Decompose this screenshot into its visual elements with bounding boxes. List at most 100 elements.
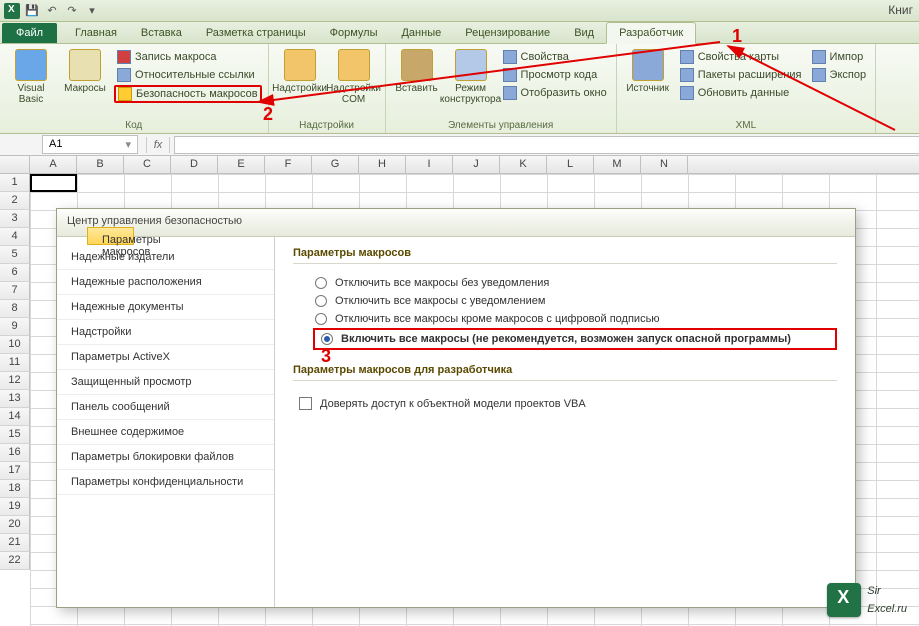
row-header[interactable]: 21 <box>0 534 30 552</box>
column-header[interactable]: F <box>265 156 312 173</box>
radio-icon <box>321 333 333 345</box>
properties-button[interactable]: Свойства <box>500 49 610 65</box>
export-icon <box>812 68 826 82</box>
row-header[interactable]: 4 <box>0 228 30 246</box>
source-button[interactable]: Источник <box>623 47 673 96</box>
formula-input[interactable] <box>174 136 919 154</box>
row-header[interactable]: 12 <box>0 372 30 390</box>
trust-nav-item[interactable]: Параметры блокировки файлов <box>57 445 274 470</box>
opt-disable-no-notify[interactable]: Отключить все макросы без уведомления <box>293 274 837 292</box>
column-header[interactable]: H <box>359 156 406 173</box>
row-header[interactable]: 22 <box>0 552 30 570</box>
radio-icon <box>315 277 327 289</box>
row-header[interactable]: 11 <box>0 354 30 372</box>
annotation-3: 3 <box>321 346 331 367</box>
fx-button[interactable]: fx <box>146 137 170 153</box>
trust-nav-item[interactable]: Надстройки <box>57 320 274 345</box>
row-header[interactable]: 3 <box>0 210 30 228</box>
tab-review[interactable]: Рецензирование <box>453 23 562 43</box>
import-button[interactable]: Импор <box>809 49 870 65</box>
row-header[interactable]: 7 <box>0 282 30 300</box>
macros-button[interactable]: Макросы <box>60 47 110 96</box>
tab-insert[interactable]: Вставка <box>129 23 194 43</box>
column-header[interactable]: J <box>453 156 500 173</box>
map-icon <box>680 50 694 64</box>
tab-developer[interactable]: Разработчик <box>606 22 696 44</box>
view-code-button[interactable]: Просмотр кода <box>500 67 610 83</box>
column-header[interactable]: D <box>171 156 218 173</box>
trust-nav-item[interactable]: Параметры ActiveX <box>57 345 274 370</box>
window-title: Книг <box>888 3 913 17</box>
row-header[interactable]: 20 <box>0 516 30 534</box>
column-header[interactable]: K <box>500 156 547 173</box>
tab-home[interactable]: Главная <box>63 23 129 43</box>
column-header[interactable]: N <box>641 156 688 173</box>
opt-enable-all[interactable]: Включить все макросы (не рекомендуется, … <box>313 328 837 350</box>
row-header[interactable]: 15 <box>0 426 30 444</box>
insert-control-button[interactable]: Вставить <box>392 47 442 96</box>
column-header[interactable]: M <box>594 156 641 173</box>
dialog-title: Центр управления безопасностью <box>57 209 855 237</box>
ribbon: Visual Basic Макросы Запись макроса Отно… <box>0 44 919 134</box>
row-header[interactable]: 9 <box>0 318 30 336</box>
column-header[interactable]: I <box>406 156 453 173</box>
refresh-data-button[interactable]: Обновить данные <box>677 85 805 101</box>
group-controls: Вставить Режим конструктора Свойства Про… <box>386 44 617 133</box>
design-mode-button[interactable]: Режим конструктора <box>446 47 496 107</box>
relative-refs-button[interactable]: Относительные ссылки <box>114 67 262 83</box>
design-mode-icon <box>455 49 487 81</box>
column-header[interactable]: L <box>547 156 594 173</box>
row-header[interactable]: 18 <box>0 480 30 498</box>
trust-nav-item[interactable]: Надежные документы <box>57 295 274 320</box>
row-header[interactable]: 16 <box>0 444 30 462</box>
tab-layout[interactable]: Разметка страницы <box>194 23 318 43</box>
redo-icon[interactable]: ↷ <box>64 3 80 19</box>
row-header[interactable]: 14 <box>0 408 30 426</box>
row-header[interactable]: 8 <box>0 300 30 318</box>
trust-nav-item[interactable]: Панель сообщений <box>57 395 274 420</box>
com-addins-button[interactable]: Надстройки COM <box>329 47 379 107</box>
visual-basic-button[interactable]: Visual Basic <box>6 47 56 107</box>
save-icon[interactable]: 💾 <box>24 3 40 19</box>
addins-button[interactable]: Надстройки <box>275 47 325 96</box>
trust-nav-item[interactable]: Защищенный просмотр <box>57 370 274 395</box>
group-addins-label: Надстройки <box>275 118 379 131</box>
row-header[interactable]: 10 <box>0 336 30 354</box>
qat-dropdown-icon[interactable]: ▾ <box>84 3 100 19</box>
tab-view[interactable]: Вид <box>562 23 606 43</box>
macro-security-button[interactable]: Безопасность макросов <box>114 85 262 103</box>
trust-nav-item[interactable]: Внешнее содержимое <box>57 420 274 445</box>
column-header[interactable]: B <box>77 156 124 173</box>
row-header[interactable]: 19 <box>0 498 30 516</box>
row-header[interactable]: 2 <box>0 192 30 210</box>
row-header[interactable]: 1 <box>0 174 30 192</box>
map-props-button[interactable]: Свойства карты <box>677 49 805 65</box>
column-header[interactable]: A <box>30 156 77 173</box>
column-header[interactable]: E <box>218 156 265 173</box>
row-header[interactable]: 5 <box>0 246 30 264</box>
opt-disable-except-signed[interactable]: Отключить все макросы кроме макросов с ц… <box>293 310 837 328</box>
watermark: SirExcel.ru <box>827 582 907 618</box>
tab-file[interactable]: Файл <box>2 23 57 43</box>
trust-nav-item[interactable]: Параметры конфиденциальности <box>57 470 274 495</box>
trust-nav-item[interactable]: Надежные расположения <box>57 270 274 295</box>
gear-icon <box>284 49 316 81</box>
row-header[interactable]: 17 <box>0 462 30 480</box>
export-button[interactable]: Экспор <box>809 67 870 83</box>
trust-nav-item[interactable]: Надежные издатели <box>57 245 274 270</box>
column-header[interactable]: C <box>124 156 171 173</box>
tab-data[interactable]: Данные <box>389 23 453 43</box>
run-dialog-button[interactable]: Отобразить окно <box>500 85 610 101</box>
tab-formulas[interactable]: Формулы <box>318 23 390 43</box>
select-all-corner[interactable] <box>0 156 30 173</box>
record-macro-button[interactable]: Запись макроса <box>114 49 262 65</box>
column-header[interactable]: G <box>312 156 359 173</box>
undo-icon[interactable]: ↶ <box>44 3 60 19</box>
chevron-down-icon[interactable]: ▾ <box>125 138 131 151</box>
expansion-packs-button[interactable]: Пакеты расширения <box>677 67 805 83</box>
chk-trust-vba[interactable]: Доверять доступ к объектной модели проек… <box>293 391 837 410</box>
row-header[interactable]: 6 <box>0 264 30 282</box>
name-box[interactable]: A1▾ <box>42 135 138 154</box>
row-header[interactable]: 13 <box>0 390 30 408</box>
opt-disable-notify[interactable]: Отключить все макросы с уведомлением <box>293 292 837 310</box>
